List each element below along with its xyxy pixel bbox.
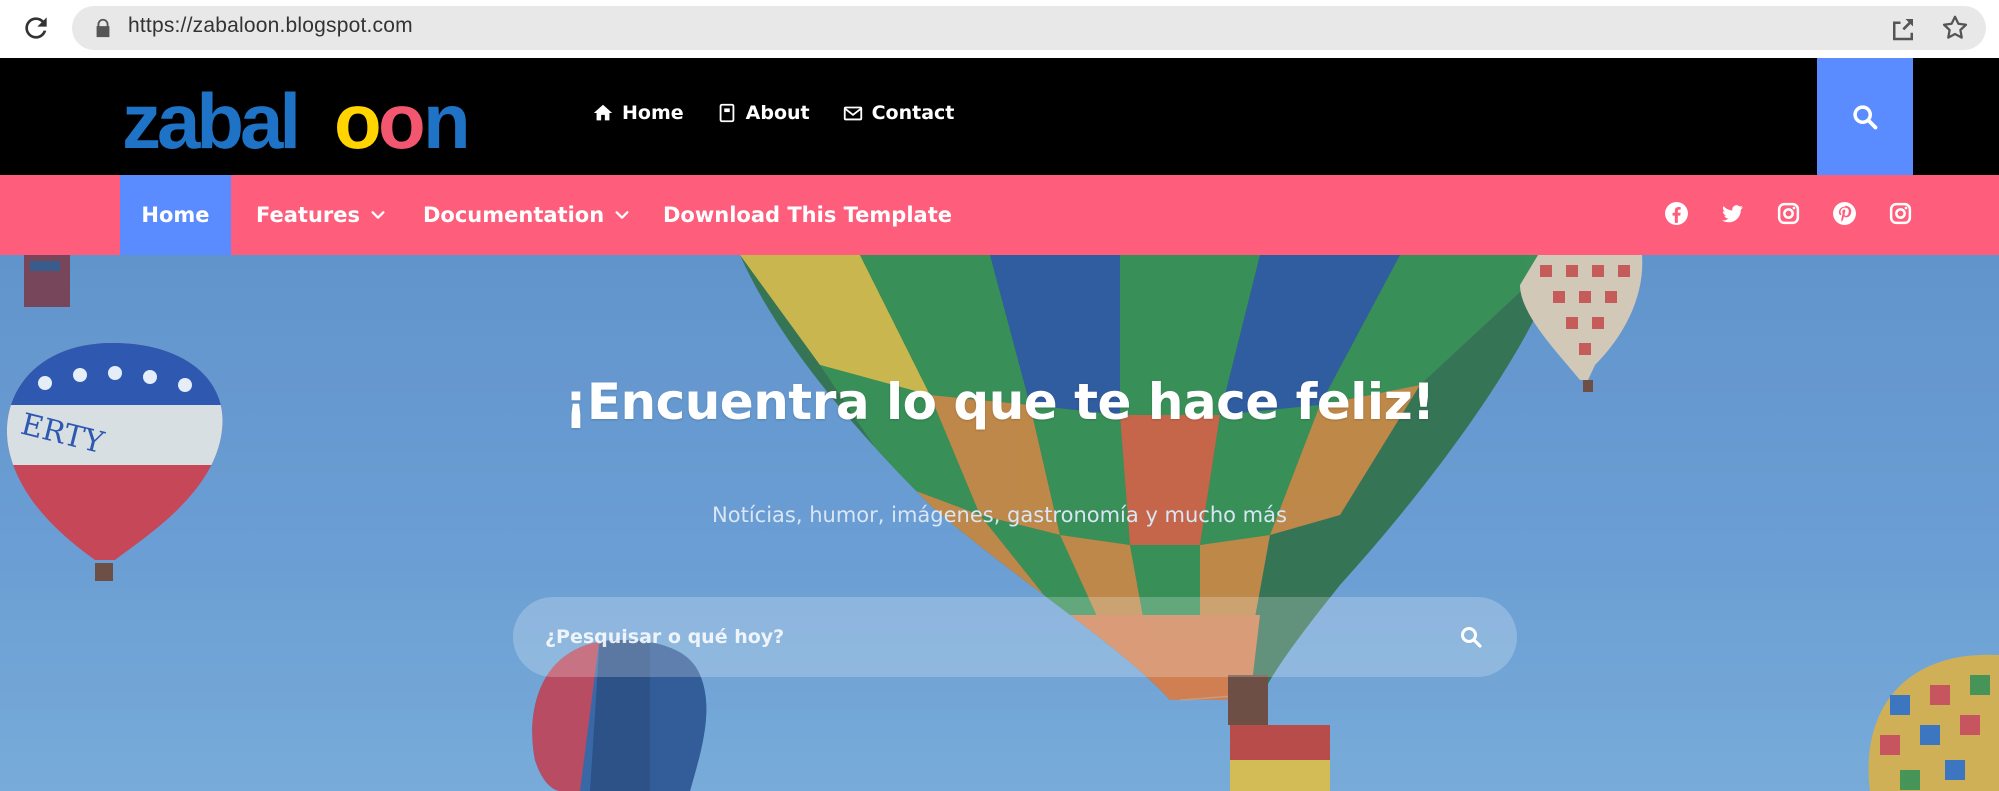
search-icon	[1853, 104, 1878, 129]
nav-download-template[interactable]: Download This Template	[663, 175, 952, 255]
facebook-icon[interactable]	[1664, 201, 1689, 226]
url-text[interactable]: https://zabaloon.blogspot.com	[128, 14, 413, 38]
nav-documentation-label: Documentation	[423, 203, 605, 227]
top-nav-about[interactable]: About	[716, 102, 810, 124]
hero-title: ¡Encuentra lo que te hace feliz!	[564, 373, 1435, 431]
envelope-icon	[843, 106, 862, 121]
share-icon[interactable]	[1888, 14, 1918, 44]
nav-features[interactable]: Features	[256, 175, 386, 255]
svg-text:zabal: zabal	[122, 86, 297, 154]
top-nav-about-label: About	[745, 102, 810, 124]
site-header: zabal o o n Home About Contact	[0, 58, 1999, 175]
browser-toolbar: https://zabaloon.blogspot.com	[0, 0, 1999, 58]
instagram-icon[interactable]	[1776, 201, 1801, 226]
top-nav-contact-label: Contact	[871, 102, 955, 124]
hero-subtitle: Notícias, humor, imágenes, gastronomía y…	[712, 503, 1287, 527]
chevron-down-icon	[615, 211, 629, 219]
social-links	[1664, 201, 1913, 226]
hero-search-input[interactable]	[545, 617, 1425, 657]
star-icon[interactable]	[1940, 13, 1970, 43]
nav-documentation[interactable]: Documentation	[423, 175, 630, 255]
pinterest-icon[interactable]	[1832, 201, 1857, 226]
book-icon	[719, 103, 734, 123]
instagram-icon[interactable]	[1888, 201, 1913, 226]
main-nav: Home Features Documentation Download Thi…	[0, 175, 1999, 255]
nav-download-template-label: Download This Template	[663, 203, 952, 227]
search-icon[interactable]	[1459, 625, 1483, 649]
site-logo[interactable]: zabal o o n	[122, 86, 532, 154]
home-icon	[593, 104, 613, 121]
nav-home-label: Home	[141, 203, 210, 227]
svg-text:o: o	[334, 86, 379, 154]
chevron-down-icon	[371, 211, 385, 219]
hero-search-box	[513, 597, 1517, 677]
header-search-button[interactable]	[1817, 58, 1913, 175]
top-nav-home[interactable]: Home	[592, 102, 684, 124]
nav-home[interactable]: Home	[120, 175, 231, 255]
svg-text:o: o	[378, 86, 423, 154]
top-nav-home-label: Home	[622, 102, 684, 124]
nav-features-label: Features	[256, 203, 360, 227]
svg-text:n: n	[423, 86, 467, 154]
lock-icon[interactable]	[92, 16, 114, 40]
top-nav: Home About Contact	[592, 102, 954, 124]
top-nav-contact[interactable]: Contact	[842, 102, 955, 124]
reload-icon[interactable]	[20, 12, 52, 44]
twitter-icon[interactable]	[1720, 201, 1745, 226]
hero-section: ERTY ¡Encuentra lo que te hace feliz! No…	[0, 255, 1999, 791]
